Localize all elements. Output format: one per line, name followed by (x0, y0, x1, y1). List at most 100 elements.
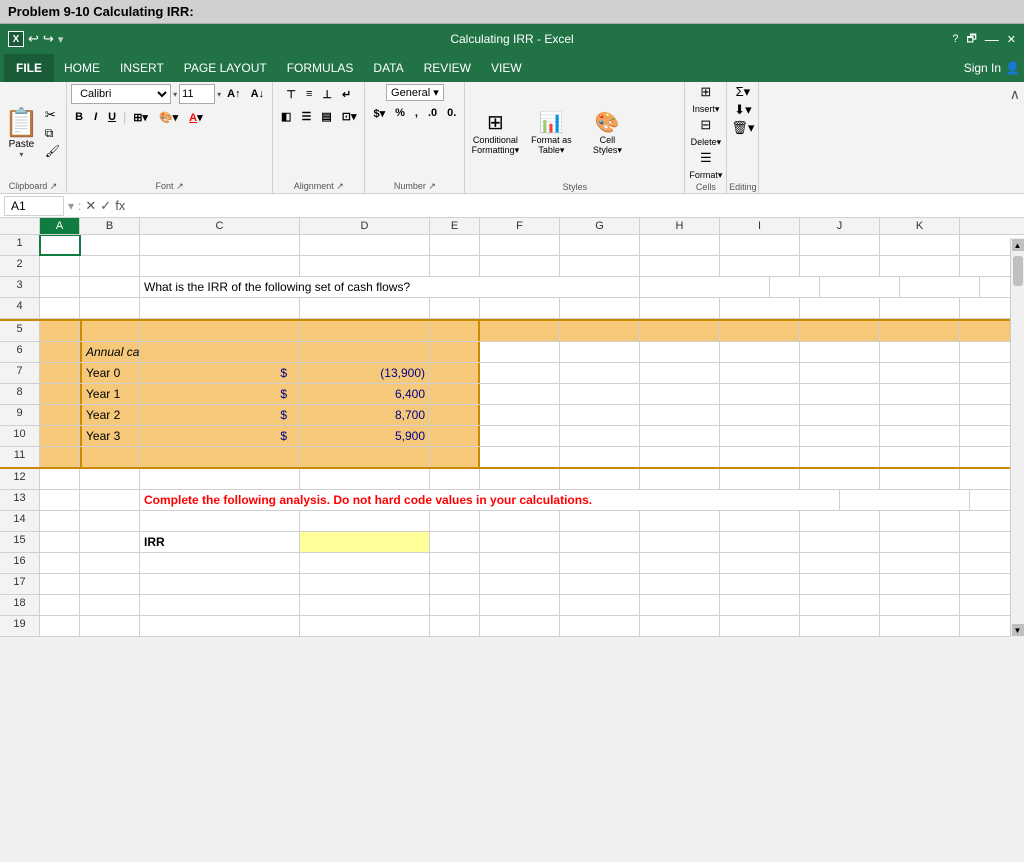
row-num-2[interactable]: 2 (0, 256, 40, 276)
cell-a6[interactable] (40, 342, 80, 362)
autosum-btn[interactable]: Σ▾ (736, 84, 751, 100)
cell-f1[interactable] (480, 235, 560, 255)
cell-j8[interactable] (800, 384, 880, 404)
insert-menu[interactable]: INSERT (110, 57, 174, 79)
cell-i14[interactable] (720, 511, 800, 531)
font-name-dropdown[interactable]: ▾ (173, 90, 177, 99)
cell-k4[interactable] (880, 298, 960, 318)
cell-f7[interactable] (480, 363, 560, 383)
row-num-18[interactable]: 18 (0, 595, 40, 615)
cell-h8[interactable] (640, 384, 720, 404)
cell-e14[interactable] (430, 511, 480, 531)
cell-a17[interactable] (40, 574, 80, 594)
cell-k12[interactable] (880, 469, 960, 489)
row-num-10[interactable]: 10 (0, 426, 40, 446)
cell-k11[interactable] (880, 447, 960, 467)
cell-b5[interactable] (80, 321, 140, 341)
insert-function-btn[interactable]: fx (115, 198, 125, 214)
cell-k7[interactable] (880, 363, 960, 383)
font-size-dropdown[interactable]: ▾ (217, 90, 221, 99)
cell-c15[interactable]: IRR (140, 532, 300, 552)
cell-b17[interactable] (80, 574, 140, 594)
italic-btn[interactable]: I (90, 107, 101, 127)
cell-g3[interactable] (900, 277, 980, 297)
cell-e19[interactable] (430, 616, 480, 636)
fill-color-btn[interactable]: 🎨▾ (155, 107, 182, 127)
col-header-i[interactable]: I (720, 218, 800, 234)
file-menu[interactable]: FILE (4, 54, 54, 82)
cell-g6[interactable] (560, 342, 640, 362)
cell-i16[interactable] (720, 553, 800, 573)
cell-d2[interactable] (300, 256, 430, 276)
cell-f6[interactable] (480, 342, 560, 362)
cell-h5[interactable] (640, 321, 720, 341)
cell-k16[interactable] (880, 553, 960, 573)
cell-c16[interactable] (140, 553, 300, 573)
cell-d7[interactable]: (13,900) (300, 363, 430, 383)
cell-d4[interactable] (300, 298, 430, 318)
cell-reference-box[interactable]: A1 (4, 196, 64, 216)
cell-f15[interactable] (480, 532, 560, 552)
cell-a13[interactable] (40, 490, 80, 510)
cell-b8[interactable]: Year 1 (80, 384, 140, 404)
cell-h19[interactable] (640, 616, 720, 636)
cell-j18[interactable] (800, 595, 880, 615)
cell-b16[interactable] (80, 553, 140, 573)
cell-g11[interactable] (560, 447, 640, 467)
cell-d6[interactable] (300, 342, 430, 362)
col-header-j[interactable]: J (800, 218, 880, 234)
cell-j17[interactable] (800, 574, 880, 594)
cell-c13[interactable]: Complete the following analysis. Do not … (140, 490, 840, 510)
cell-d8[interactable]: 6,400 (300, 384, 430, 404)
cell-k5[interactable] (880, 321, 960, 341)
cell-k8[interactable] (880, 384, 960, 404)
accounting-btn[interactable]: $▾ (369, 103, 389, 123)
formula-input[interactable] (129, 196, 1020, 216)
cell-g16[interactable] (560, 553, 640, 573)
cell-f5[interactable] (480, 321, 560, 341)
cell-e5[interactable] (430, 321, 480, 341)
cell-i11[interactable] (720, 447, 800, 467)
cell-i12[interactable] (720, 469, 800, 489)
cell-b3[interactable] (80, 277, 140, 297)
cell-c1[interactable] (140, 235, 300, 255)
scroll-up-btn[interactable]: ▲ (1012, 239, 1024, 251)
cell-b14[interactable] (80, 511, 140, 531)
cell-c2[interactable] (140, 256, 300, 276)
cell-f10[interactable] (480, 426, 560, 446)
align-top-btn[interactable]: ⊤ (282, 84, 300, 104)
cell-i18[interactable] (720, 595, 800, 615)
cell-f8[interactable] (480, 384, 560, 404)
row-num-17[interactable]: 17 (0, 574, 40, 594)
review-menu[interactable]: REVIEW (414, 57, 481, 79)
cell-k17[interactable] (880, 574, 960, 594)
cell-d5[interactable] (300, 321, 430, 341)
row-num-7[interactable]: 7 (0, 363, 40, 383)
cell-k15[interactable] (880, 532, 960, 552)
align-bottom-btn[interactable]: ⊥ (318, 84, 336, 104)
cell-g12[interactable] (560, 469, 640, 489)
align-left-btn[interactable]: ◧ (277, 106, 295, 126)
data-menu[interactable]: DATA (363, 57, 413, 79)
cell-b7[interactable]: Year 0 (80, 363, 140, 383)
row-num-19[interactable]: 19 (0, 616, 40, 636)
cell-f2[interactable] (480, 256, 560, 276)
scrollbar-thumb[interactable] (1013, 256, 1023, 286)
cell-h6[interactable] (640, 342, 720, 362)
col-header-b[interactable]: B (80, 218, 140, 234)
cell-g18[interactable] (560, 595, 640, 615)
cell-h1[interactable] (640, 235, 720, 255)
cell-f16[interactable] (480, 553, 560, 573)
cell-i2[interactable] (720, 256, 800, 276)
border-btn[interactable]: ⊞▾ (129, 107, 152, 127)
cell-j14[interactable] (800, 511, 880, 531)
row-num-15[interactable]: 15 (0, 532, 40, 552)
cell-b6[interactable]: Annual cash flows: (80, 342, 140, 362)
cell-j5[interactable] (800, 321, 880, 341)
decrease-font-btn[interactable]: A↓ (247, 84, 268, 104)
cell-c4[interactable] (140, 298, 300, 318)
cell-h15[interactable] (640, 532, 720, 552)
cell-a7[interactable] (40, 363, 80, 383)
cell-e12[interactable] (430, 469, 480, 489)
increase-decimal-btn[interactable]: .0 (424, 103, 441, 123)
